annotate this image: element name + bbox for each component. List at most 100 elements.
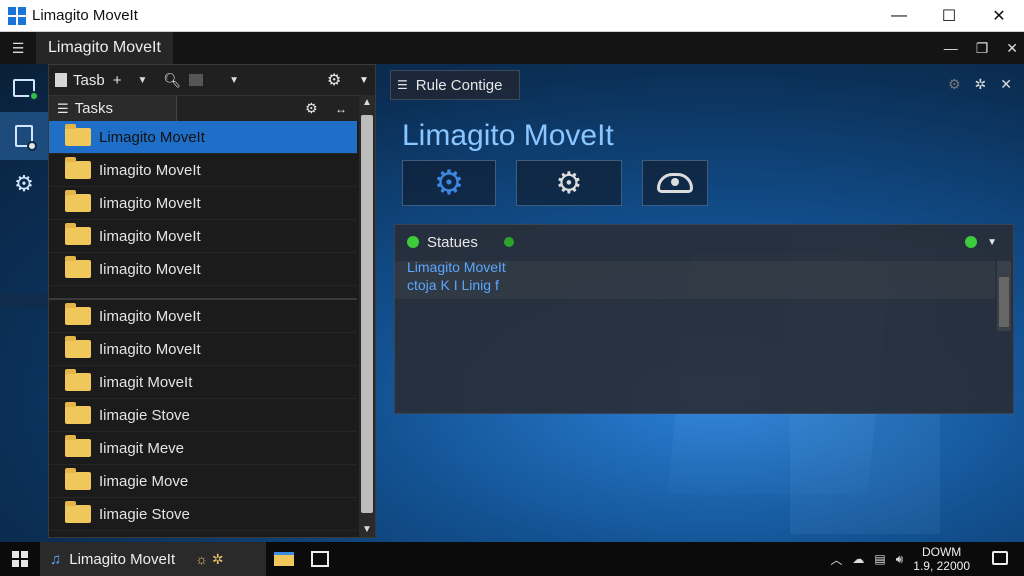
sun-icon: ☼ ✲ [195, 550, 224, 567]
chevron-down-icon[interactable]: ▼ [987, 237, 997, 248]
filter-icon[interactable] [189, 74, 204, 86]
cloud-icon[interactable]: ☁ [852, 552, 864, 566]
folder-icon [274, 552, 294, 566]
task-row[interactable]: Iimagito MoveIt [49, 154, 357, 187]
task-row[interactable]: Iimagie Stove [49, 399, 357, 432]
settings-icon[interactable]: ✲ [975, 76, 987, 93]
task-label: Iimagito MoveIt [99, 307, 201, 325]
panel-toolbar: Tasb + ▼ 🔍︎ ▼ ⚙ ▼ [49, 65, 375, 95]
list-divider [49, 286, 357, 300]
tasks-title: Tasks [74, 100, 113, 117]
minimize-button[interactable]: — [874, 0, 924, 32]
rule-config-pane: ☰ Rule Contige ⚙ ✲ ✕ Limagito MoveIt ⚙ ⚙… [386, 64, 1024, 424]
windows-logo-icon [8, 6, 26, 25]
task-row[interactable]: Iimagito MoveIt [49, 187, 357, 220]
system-tray: ︿ ☁ ▤ 🔊︎ DOWM 1.9, 22000 [830, 542, 970, 576]
scroll-up-icon[interactable]: ▲ [359, 97, 375, 108]
status-panel: Statues ▼ Limagito MoveIt ctoja K I Lini… [394, 224, 1014, 414]
chevron-down-icon[interactable]: ▼ [137, 75, 147, 86]
start-button[interactable] [0, 551, 40, 567]
rail-monitor-online[interactable] [0, 64, 48, 112]
task-list-scrollbar[interactable]: ▲ ▼ [359, 95, 375, 537]
task-label: Iimagie Move [99, 472, 189, 490]
status-line-1: Limagito MoveIt [407, 259, 506, 275]
pane-close-icon[interactable]: ✕ [1000, 76, 1012, 93]
folder-icon [65, 435, 91, 457]
folder-icon [65, 501, 91, 523]
task-row[interactable]: Iimagito MoveIt [49, 333, 357, 366]
scroll-down-icon[interactable]: ▼ [359, 524, 375, 535]
close-button[interactable]: ✕ [974, 0, 1024, 32]
task-label: Iimagito MoveIt [99, 227, 201, 245]
tasks-tab[interactable]: ☰ Tasks [49, 95, 177, 122]
app-tab[interactable]: Limagito MoveIt [36, 32, 173, 64]
task-label: Iimagito MoveIt [99, 161, 201, 179]
network-icon[interactable]: ▤ [874, 552, 885, 566]
task-label: Iimagit Meve [99, 439, 185, 457]
toolbar-gear-icon[interactable]: ⚙ [327, 70, 341, 90]
window-titlebar: Limagito MoveIt — ☐ ✕ [0, 0, 1024, 32]
file-explorer-pin[interactable] [266, 542, 302, 576]
task-row[interactable]: Limagito MoveIt [49, 121, 357, 154]
task-row[interactable]: Iimagie Move [49, 465, 357, 498]
gear-icon: ⚙ [433, 164, 465, 202]
folder-icon [65, 468, 91, 490]
search-icon[interactable]: 🔍︎ [163, 72, 181, 89]
task-row[interactable]: Iimagito MoveIt [49, 300, 357, 333]
maximize-button[interactable]: ☐ [924, 0, 974, 32]
configure-button[interactable]: ⚙ [402, 160, 496, 206]
scrollbar-thumb[interactable] [361, 115, 373, 513]
cog-icon: ⚙ [555, 166, 583, 200]
store-icon [311, 551, 329, 567]
online-dot-icon [29, 91, 39, 101]
folder-icon [65, 124, 91, 146]
add-icon[interactable]: + [113, 72, 122, 89]
status-header: Statues ▼ [395, 225, 1013, 259]
eye-icon [657, 173, 693, 193]
pin-gear-icon[interactable]: ⚙ [948, 76, 961, 93]
list-icon: ☰ [57, 100, 69, 116]
clock-time: DOWM [921, 545, 962, 559]
taskbar: ♫ Limagito MoveIt ☼ ✲ ︿ ☁ ▤ 🔊︎ DOWM 1.9,… [0, 542, 1024, 576]
tasks-gear-icon[interactable]: ⚙ [305, 100, 318, 117]
filter-dropdown-icon[interactable]: ▼ [229, 75, 239, 86]
panel-minimize-button[interactable]: — [944, 40, 958, 56]
rule-config-tab-label: Rule Contige [415, 76, 503, 94]
task-row[interactable]: Iimagie Stove [49, 498, 357, 531]
status-scrollbar-thumb[interactable] [999, 277, 1009, 327]
expand-arrows-icon[interactable]: ↔ [335, 102, 347, 116]
taskbar-app-button[interactable]: ♫ Limagito MoveIt ☼ ✲ [40, 542, 266, 576]
menu-icon[interactable]: ☰ [0, 40, 36, 57]
task-list: Limagito MoveIt Iimagito MoveIt Iimagito… [49, 121, 357, 537]
status-indicator-icon [503, 237, 514, 247]
notification-icon[interactable] [992, 551, 1008, 565]
taskbar-app-label: Limagito MoveIt [69, 550, 176, 568]
folder-icon [65, 336, 91, 358]
list-icon: ☰ [397, 78, 408, 92]
clock[interactable]: DOWM 1.9, 22000 [913, 545, 970, 573]
panel-restore-button[interactable]: ❐ [976, 40, 989, 57]
volume-icon[interactable]: 🔊︎ [896, 552, 904, 567]
monitor-button[interactable] [642, 160, 708, 206]
tasb-label: Tasb [73, 71, 105, 89]
window-title: Limagito MoveIt [32, 7, 138, 24]
task-row[interactable]: Iimagito MoveIt [49, 253, 357, 286]
task-label: Limagito MoveIt [99, 128, 205, 146]
advanced-settings-button[interactable]: ⚙ [516, 160, 622, 206]
status-title: Statues [427, 233, 478, 251]
task-row[interactable]: Iimagit MoveIt [49, 366, 357, 399]
folder-icon [65, 223, 91, 245]
task-row[interactable]: Iimagito MoveIt [49, 220, 357, 253]
status-scrollbar[interactable] [997, 261, 1011, 331]
toolbar-chevron-icon[interactable]: ▼ [359, 75, 369, 86]
tasb-button[interactable]: Tasb + [49, 72, 127, 89]
chevron-up-icon[interactable]: ︿ [830, 551, 842, 568]
rule-config-tab[interactable]: ☰ Rule Contige [390, 70, 520, 100]
store-pin[interactable] [302, 542, 338, 576]
rail-settings[interactable]: ⚙ [0, 160, 48, 208]
panel-close-button[interactable]: ✕ [1006, 40, 1018, 57]
rail-device[interactable] [0, 112, 48, 160]
windows-logo-icon [12, 551, 28, 567]
tasks-panel: Tasb + ▼ 🔍︎ ▼ ⚙ ▼ ☰ Tasks ⚙ ↔ Limagito M… [48, 64, 376, 538]
task-row[interactable]: Iimagit Meve [49, 432, 357, 465]
